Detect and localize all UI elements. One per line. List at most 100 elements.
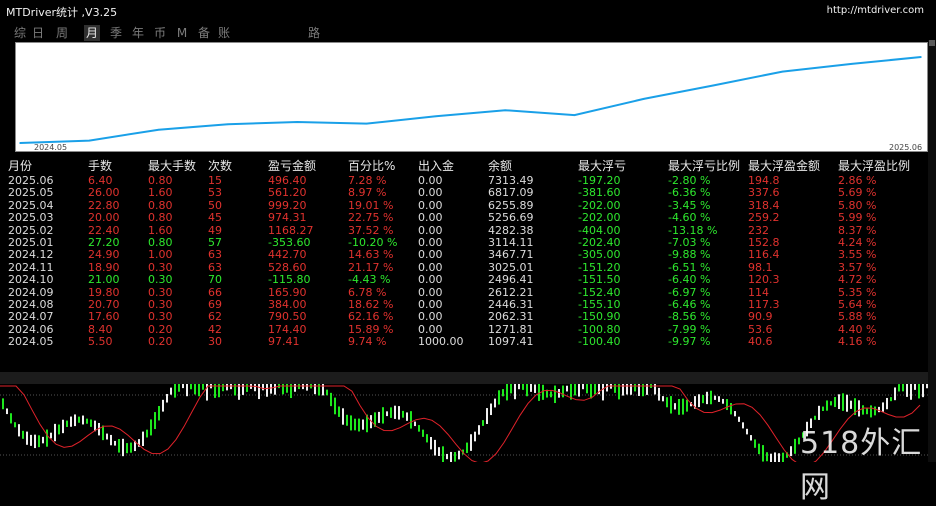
candle (838, 394, 840, 410)
cell-5: 15.89 % (348, 322, 394, 336)
tab-6[interactable]: 币 (152, 25, 168, 41)
cell-2: 0.80 (148, 174, 173, 187)
website-link[interactable]: http://mtdriver.com (827, 5, 924, 16)
candle (174, 384, 176, 398)
candle (478, 425, 480, 435)
tab-8[interactable]: 备 (196, 25, 212, 41)
candle (346, 414, 348, 426)
candle (434, 439, 436, 456)
cell-1: 17.60 (88, 310, 120, 324)
candle (354, 418, 356, 431)
tab-1[interactable]: 日 (30, 25, 46, 41)
cell-6: 0.00 (418, 236, 443, 249)
scroll-thumb[interactable] (929, 40, 935, 46)
equity-point-2025.01 (573, 114, 576, 116)
cell-4: -115.80 (268, 273, 311, 287)
cell-9: -3.45 % (668, 198, 711, 212)
candle (590, 384, 592, 399)
scrollbar[interactable] (928, 40, 936, 462)
cell-9: -9.97 % (668, 335, 711, 349)
cell-0: 2025.02 (8, 223, 54, 237)
candle (58, 424, 60, 435)
cell-3: 66 (208, 285, 222, 299)
table-row: 2024.09 19.80 0.30 66 165.90 6.78 % 0.00 2612.2… (0, 286, 928, 299)
tab-5[interactable]: 年 (130, 25, 146, 41)
cell-10: 117.3 (748, 298, 780, 311)
tab-10[interactable]: 路径 (308, 25, 320, 56)
tab-7[interactable]: M (174, 25, 190, 41)
col-header-1: 手数 (88, 159, 113, 173)
candle (74, 414, 76, 427)
cell-6: 0.00 (418, 198, 443, 212)
cell-5: 19.01 % (348, 198, 394, 212)
col-header-10: 最大浮盈金额 (748, 159, 821, 173)
tab-3[interactable]: 月 (84, 25, 100, 41)
candle (150, 419, 152, 436)
candle (10, 413, 12, 424)
table-row: 2024.10 21.00 0.30 70 -115.80 -4.43 % 0.00 2496… (0, 273, 928, 286)
cell-8: -100.40 (578, 335, 621, 349)
candle (790, 446, 792, 457)
cell-10: 194.8 (748, 174, 780, 187)
tab-0[interactable]: 综 (12, 25, 28, 41)
candle (730, 403, 732, 415)
cell-1: 26.00 (88, 186, 120, 200)
candle (674, 403, 676, 410)
cell-9: -7.99 % (668, 322, 711, 336)
candle (762, 445, 764, 462)
candle (146, 429, 148, 438)
candle (406, 412, 408, 421)
cell-4: 790.50 (268, 310, 307, 324)
candle (454, 452, 456, 462)
candle (170, 387, 172, 395)
cell-7: 6255.89 (488, 198, 534, 212)
cell-11: 5.88 % (838, 310, 877, 324)
candle (886, 397, 888, 410)
cell-11: 5.80 % (838, 198, 877, 212)
cell-7: 1271.81 (488, 322, 534, 336)
candle (362, 419, 364, 430)
candle (542, 384, 544, 400)
candle (358, 418, 360, 432)
cell-5: 6.78 % (348, 285, 387, 299)
candle (562, 385, 564, 398)
cell-7: 2612.21 (488, 285, 534, 299)
candle (194, 384, 196, 395)
candle (418, 425, 420, 432)
candle (750, 435, 752, 441)
candle (394, 405, 396, 419)
cell-4: -353.60 (268, 236, 311, 249)
col-header-6: 出入金 (418, 159, 455, 173)
cell-6: 0.00 (418, 273, 443, 287)
col-header-5: 百分比% (348, 159, 396, 173)
cell-11: 5.99 % (838, 211, 877, 225)
cell-11: 5.69 % (838, 186, 877, 200)
cell-6: 0.00 (418, 174, 443, 187)
cell-7: 1097.41 (488, 335, 534, 349)
candle (678, 399, 680, 415)
candle (670, 396, 672, 414)
candle (46, 429, 48, 447)
candle (658, 387, 660, 401)
tab-9[interactable]: 账户 (218, 25, 230, 56)
cell-6: 0.00 (418, 260, 443, 274)
candle (350, 415, 352, 431)
cell-1: 5.50 (88, 335, 113, 349)
cell-5: 7.28 % (348, 174, 387, 187)
equity-point-2025.03 (712, 84, 714, 87)
window-title: MTDriver统计 ,V3.25 (6, 6, 118, 19)
cell-10: 120.3 (748, 273, 780, 287)
candle (78, 416, 80, 423)
candle (586, 384, 588, 394)
cell-8: -404.00 (578, 223, 621, 237)
candle (822, 406, 824, 411)
candle (774, 452, 776, 462)
cell-0: 2024.10 (8, 273, 54, 287)
candle (766, 452, 768, 462)
cell-1: 6.40 (88, 174, 113, 187)
table-row: 2024.12 24.90 1.00 63 442.70 14.63 % 0.00 3467.… (0, 248, 928, 261)
tab-4[interactable]: 季 (108, 25, 124, 41)
candle (422, 429, 424, 437)
tab-2[interactable]: 周 (54, 25, 70, 41)
cell-6: 0.00 (418, 310, 443, 324)
